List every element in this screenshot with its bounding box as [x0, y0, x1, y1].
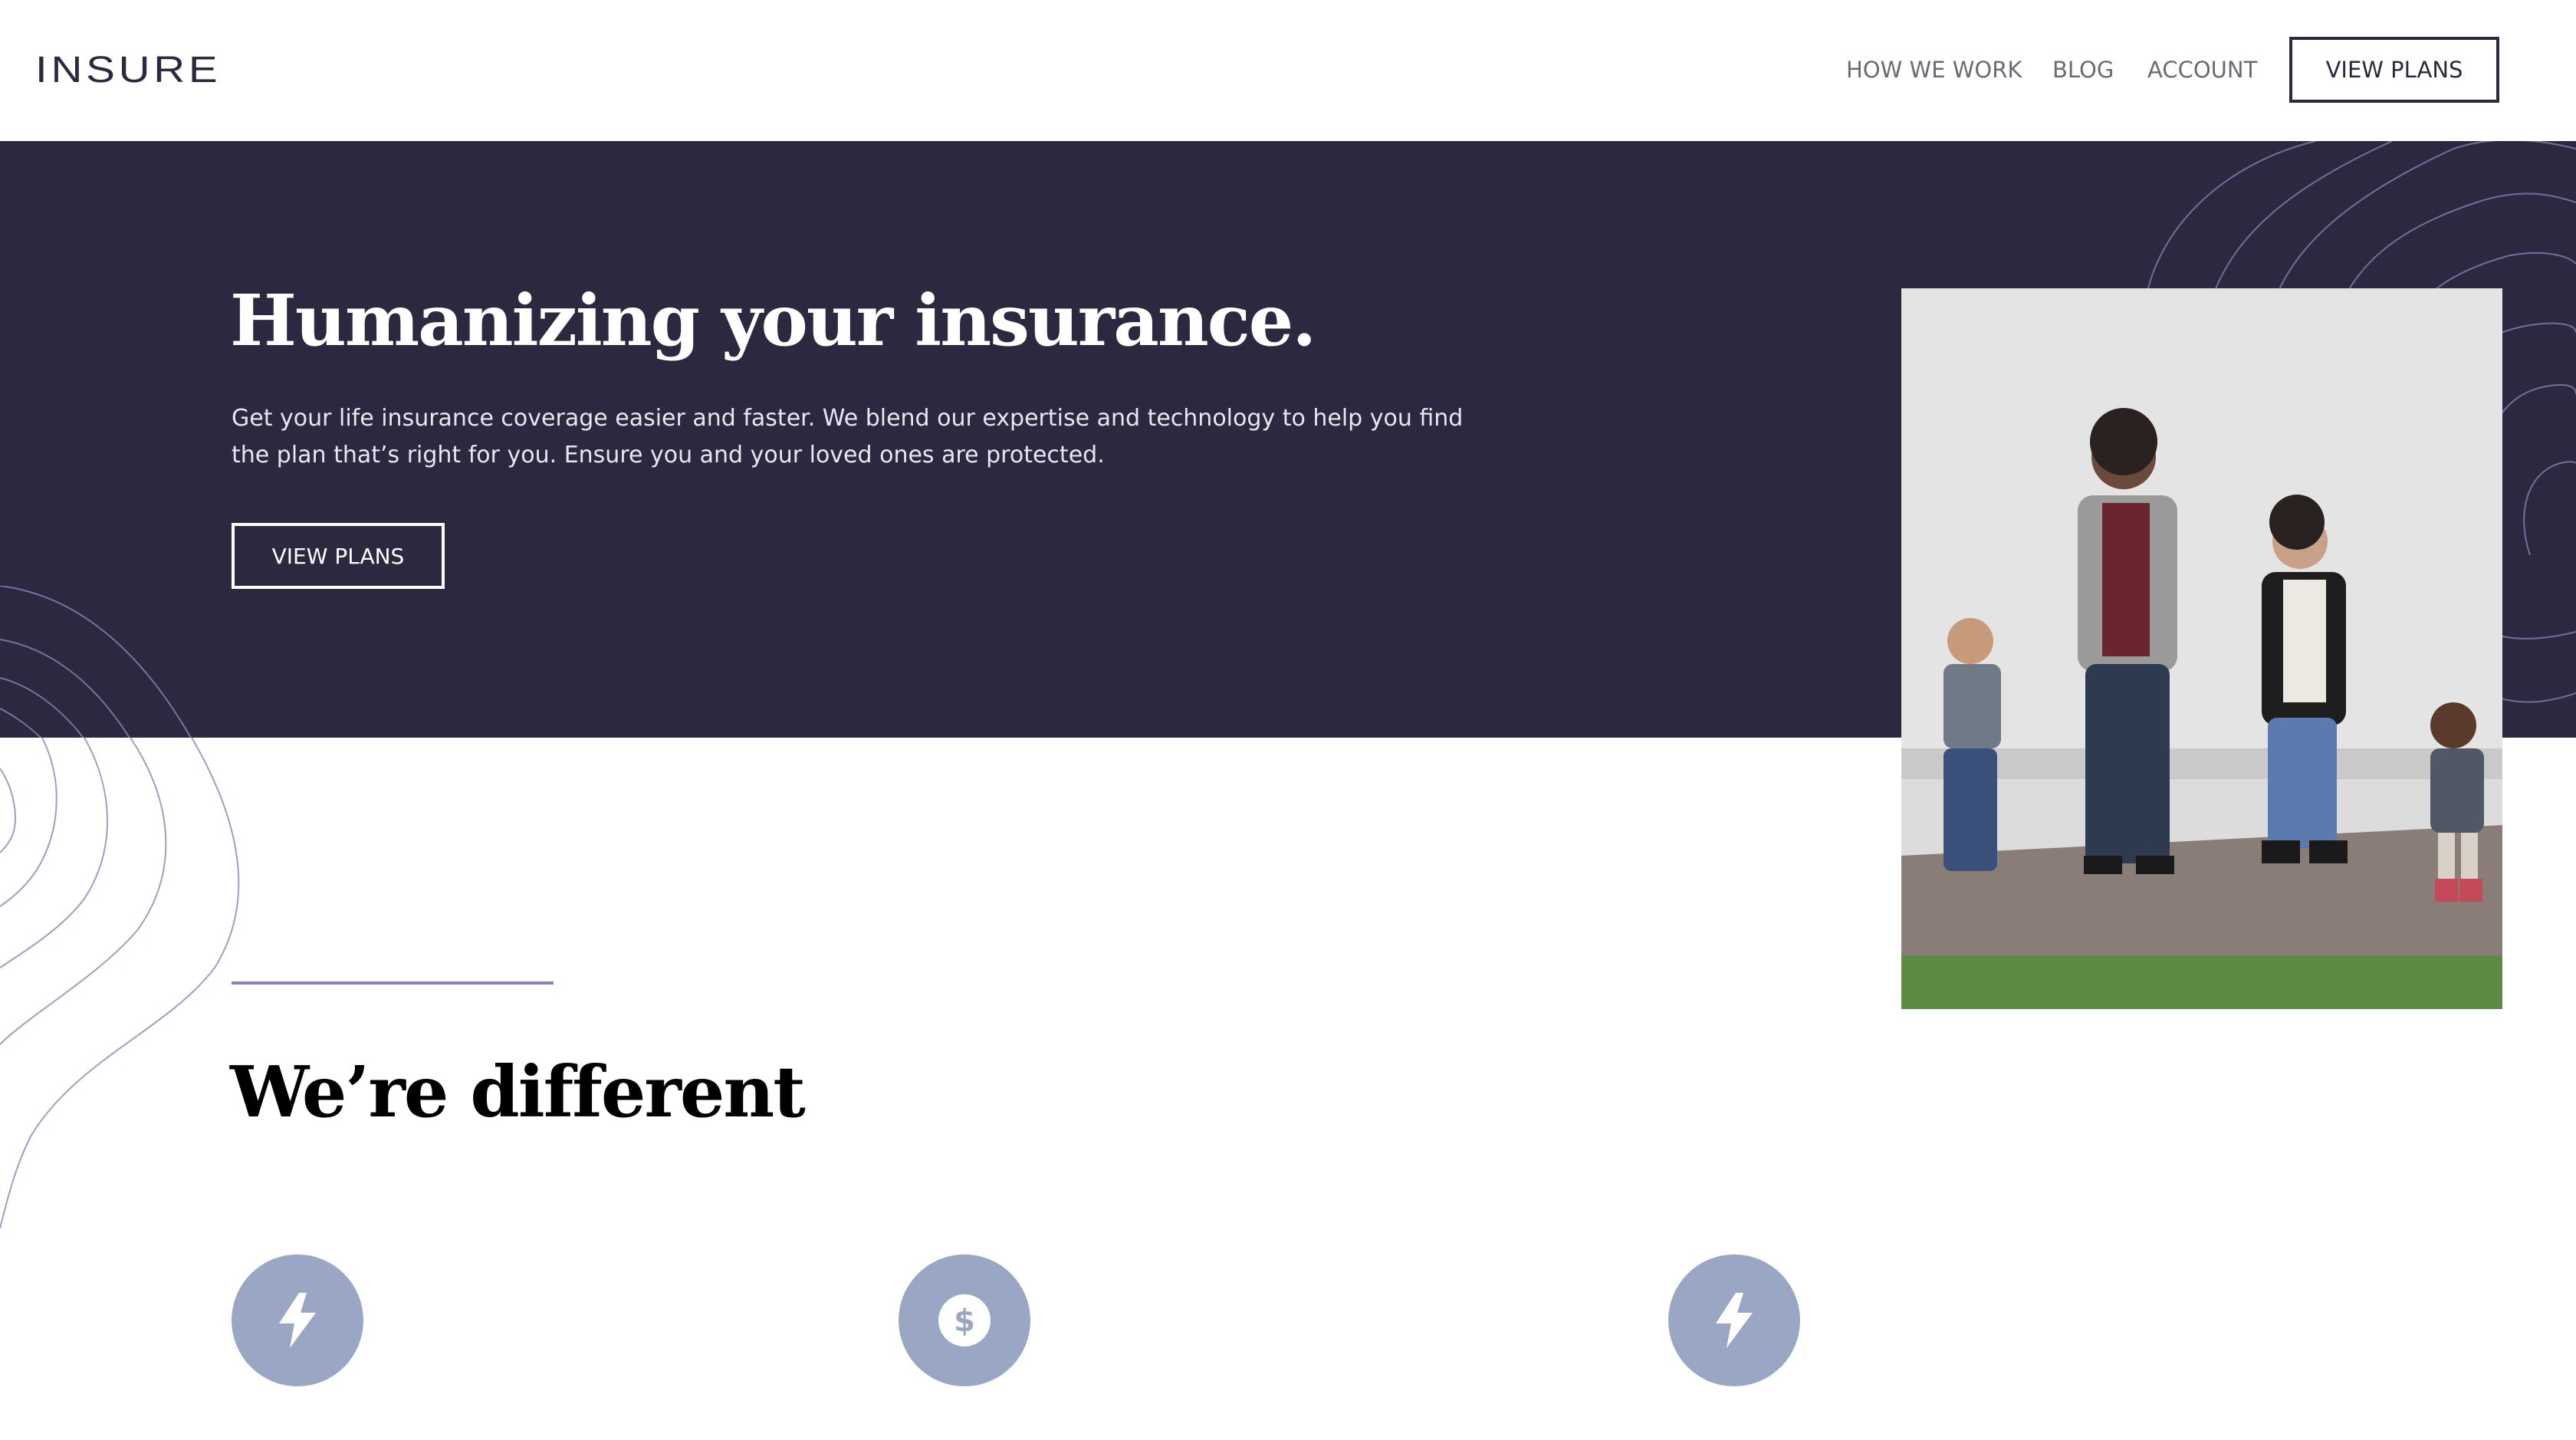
hero-description: Get your life insurance coverage easier …	[232, 405, 1464, 468]
feature-icon-3	[1668, 1254, 1800, 1386]
hero-left-contour-pattern	[0, 586, 192, 738]
nav-blog[interactable]: BLOG	[2052, 57, 2114, 83]
section-divider	[232, 981, 554, 985]
hero-title: Humanizing your insurance.	[230, 279, 1316, 362]
feature-icon-1	[232, 1254, 363, 1386]
lightning-icon	[1716, 1293, 1753, 1348]
family-photo-illustration	[1901, 288, 2502, 1009]
svg-text:$: $	[954, 1304, 975, 1339]
hero-view-plans-button[interactable]: VIEW PLANS	[232, 523, 445, 589]
lightning-icon	[279, 1293, 316, 1348]
nav-how-we-work[interactable]: HOW WE WORK	[1846, 57, 2022, 83]
dollar-icon: $	[938, 1294, 991, 1346]
logo[interactable]: INSURE	[35, 49, 221, 91]
section-title: We’re different	[230, 1050, 806, 1133]
left-contour-pattern	[0, 738, 240, 1229]
nav-account[interactable]: ACCOUNT	[2147, 57, 2257, 83]
header-view-plans-button[interactable]: VIEW PLANS	[2289, 37, 2499, 103]
site-header: INSURE HOW WE WORK BLOG ACCOUNT VIEW PLA…	[0, 0, 2576, 141]
family-photo	[1901, 288, 2502, 1009]
feature-icon-2: $	[899, 1254, 1030, 1386]
